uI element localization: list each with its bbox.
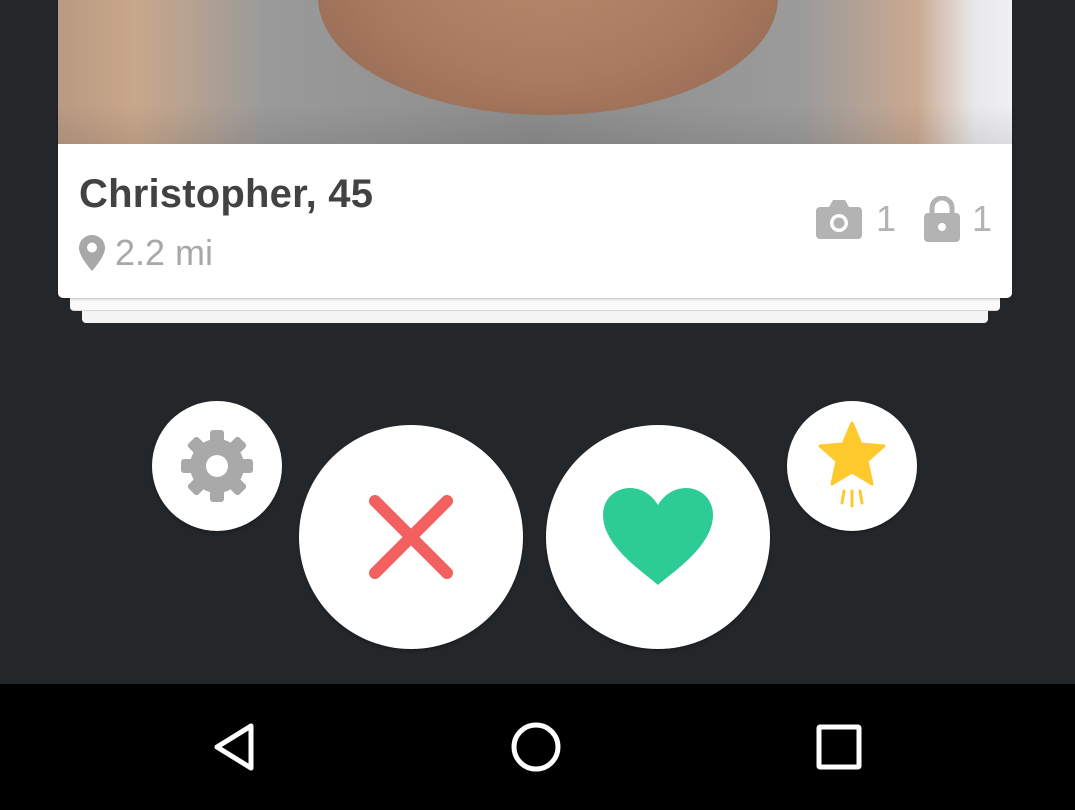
profile-info[interactable]: Christopher, 45 2.2 mi 1 1 <box>58 144 1012 298</box>
location-pin-icon <box>79 235 105 271</box>
media-counts: 1 1 <box>815 196 992 242</box>
private-photo-count: 1 <box>971 198 992 239</box>
home-circle-icon <box>511 722 561 772</box>
super-like-button[interactable] <box>787 401 917 531</box>
recents-square-icon <box>816 724 862 770</box>
profile-card[interactable]: Christopher, 45 2.2 mi 1 1 <box>58 0 1012 298</box>
profile-photo[interactable] <box>58 0 1012 144</box>
nav-recents-button[interactable] <box>779 684 899 810</box>
profile-distance: 2.2 mi <box>79 232 213 274</box>
camera-icon <box>815 200 862 239</box>
photo-subject <box>318 0 778 115</box>
gear-icon <box>181 430 253 502</box>
nav-home-button[interactable] <box>476 684 596 810</box>
photo-count: 1 <box>875 198 896 239</box>
x-icon <box>369 495 453 579</box>
nope-button[interactable] <box>299 425 523 649</box>
nav-back-button[interactable] <box>174 684 294 810</box>
settings-button[interactable] <box>152 401 282 531</box>
lock-icon <box>923 196 960 242</box>
heart-icon <box>603 488 713 585</box>
back-triangle-icon <box>214 723 254 771</box>
profile-name-age: Christopher, 45 <box>79 172 374 216</box>
app-screen: Christopher, 45 2.2 mi 1 1 <box>0 0 1075 684</box>
star-icon <box>818 421 886 508</box>
android-navigation-bar <box>0 684 1075 810</box>
like-button[interactable] <box>546 425 770 649</box>
distance-text: 2.2 mi <box>115 232 214 273</box>
